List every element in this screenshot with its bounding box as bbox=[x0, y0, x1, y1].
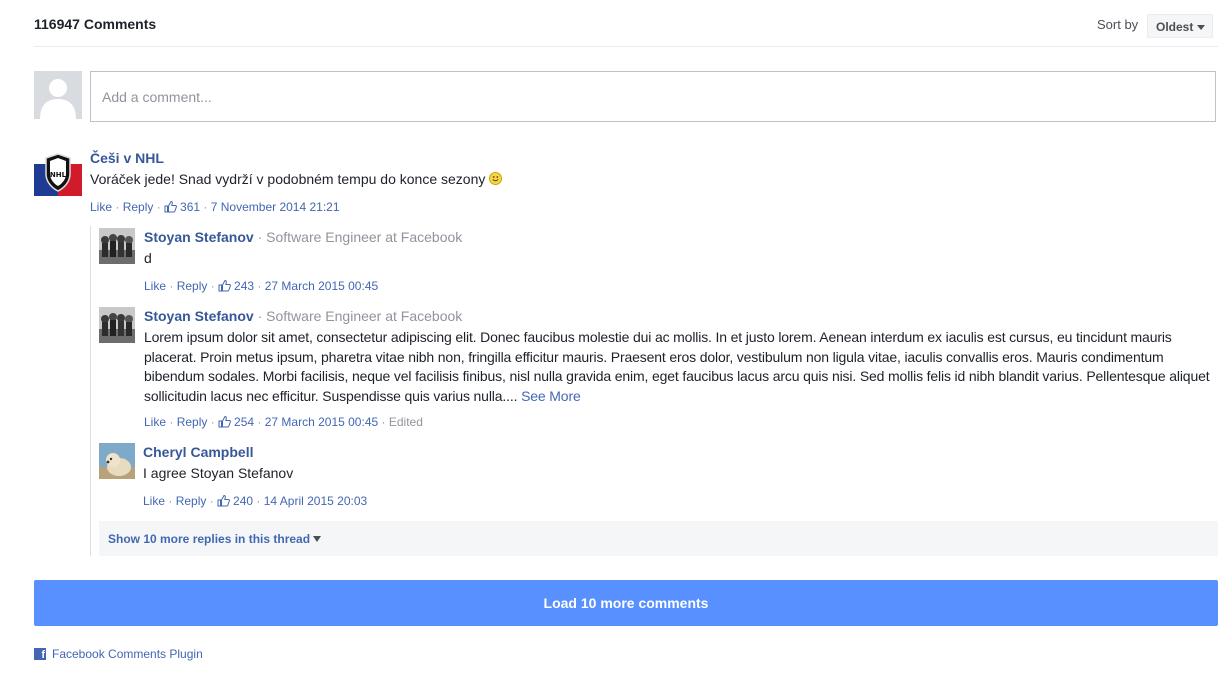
header-divider bbox=[34, 46, 1218, 47]
load-more-comments-button[interactable]: Load 10 more comments bbox=[34, 580, 1218, 626]
reply-link[interactable]: Reply bbox=[176, 494, 207, 508]
reply-timestamp[interactable]: 27 March 2015 00:45 bbox=[265, 415, 378, 429]
reply-actions: Like · Reply · 240 · 14 April 2015 20:03 bbox=[143, 494, 368, 510]
reply-avatar[interactable] bbox=[99, 307, 135, 343]
plugin-label: Facebook Comments Plugin bbox=[52, 647, 203, 661]
edited-label: Edited bbox=[388, 415, 423, 429]
see-more-link[interactable]: See More bbox=[521, 388, 581, 404]
thumbs-up-icon bbox=[218, 415, 231, 431]
thumbs-up-icon bbox=[217, 494, 230, 510]
sort-dropdown[interactable]: Oldest bbox=[1147, 14, 1213, 38]
sort-value: Oldest bbox=[1156, 20, 1194, 34]
dog-photo-icon bbox=[99, 443, 135, 479]
reply-text: Lorem ipsum dolor sit amet, consectetur … bbox=[144, 328, 1220, 406]
reply-link[interactable]: Reply bbox=[177, 415, 208, 429]
reply-author-title: Software Engineer at Facebook bbox=[266, 308, 463, 324]
smiley-emoji-icon bbox=[489, 172, 503, 185]
default-avatar-icon bbox=[34, 71, 82, 119]
comment-body: Voráček jede! Snad vydrží v podobném tem… bbox=[90, 171, 486, 187]
comment-timestamp[interactable]: 7 November 2014 21:21 bbox=[211, 200, 340, 214]
caret-down-icon bbox=[313, 536, 322, 542]
reply-author-title: Software Engineer at Facebook bbox=[266, 229, 463, 245]
reply-link[interactable]: Reply bbox=[177, 279, 208, 293]
reply-author[interactable]: Stoyan Stefanov bbox=[144, 229, 254, 245]
like-count[interactable]: 254 bbox=[234, 415, 254, 429]
show-more-replies-button[interactable]: Show 10 more replies in this thread bbox=[99, 521, 1218, 556]
group-photo-icon bbox=[99, 228, 135, 264]
like-link[interactable]: Like bbox=[143, 494, 165, 508]
reply-link[interactable]: Reply bbox=[123, 200, 154, 214]
thumbs-up-icon bbox=[218, 279, 231, 295]
reply-author[interactable]: Stoyan Stefanov bbox=[144, 308, 254, 324]
group-photo-icon bbox=[99, 307, 135, 343]
sort-label: Sort by bbox=[1097, 17, 1139, 32]
reply-author[interactable]: Cheryl Campbell bbox=[143, 444, 253, 460]
svg-text:NHL: NHL bbox=[50, 171, 67, 179]
comment-text: Voráček jede! Snad vydrží v podobném tem… bbox=[90, 170, 503, 190]
reply-header: Stoyan Stefanov · Software Engineer at F… bbox=[144, 229, 463, 245]
reply-timestamp[interactable]: 27 March 2015 00:45 bbox=[265, 279, 378, 293]
replies-thread-line bbox=[90, 226, 91, 556]
show-more-replies-label: Show 10 more replies in this thread bbox=[108, 532, 311, 546]
comment-author[interactable]: Češi v NHL bbox=[90, 150, 164, 166]
reply-actions: Like · Reply · 243 · 27 March 2015 00:45 bbox=[144, 279, 379, 295]
facebook-plugin-link[interactable]: f Facebook Comments Plugin bbox=[34, 647, 203, 661]
like-link[interactable]: Like bbox=[90, 200, 112, 214]
reply-actions: Like · Reply · 254 · 27 March 2015 00:45… bbox=[144, 415, 423, 431]
reply-avatar[interactable] bbox=[99, 443, 135, 479]
like-count[interactable]: 240 bbox=[233, 494, 253, 508]
comments-count: 116947 Comments bbox=[34, 16, 157, 32]
add-comment-input[interactable]: Add a comment... bbox=[90, 71, 1216, 122]
facebook-logo-icon: f bbox=[34, 648, 46, 660]
comment-actions: Like · Reply · 361 · 7 November 2014 21:… bbox=[90, 200, 340, 216]
reply-text: I agree Stoyan Stefanov bbox=[143, 465, 294, 481]
nhl-logo-icon: NHL bbox=[34, 148, 82, 196]
reply-avatar[interactable] bbox=[99, 228, 135, 264]
reply-text: d bbox=[144, 250, 152, 266]
like-link[interactable]: Like bbox=[144, 279, 166, 293]
reply-timestamp[interactable]: 14 April 2015 20:03 bbox=[264, 494, 367, 508]
like-count[interactable]: 243 bbox=[234, 279, 254, 293]
page-avatar[interactable]: NHL bbox=[34, 148, 82, 196]
thumbs-up-icon bbox=[164, 200, 177, 216]
like-link[interactable]: Like bbox=[144, 415, 166, 429]
reply-body: Lorem ipsum dolor sit amet, consectetur … bbox=[144, 329, 1210, 404]
reply-header: Stoyan Stefanov · Software Engineer at F… bbox=[144, 308, 463, 324]
caret-down-icon bbox=[1197, 25, 1206, 31]
like-count[interactable]: 361 bbox=[180, 200, 200, 214]
